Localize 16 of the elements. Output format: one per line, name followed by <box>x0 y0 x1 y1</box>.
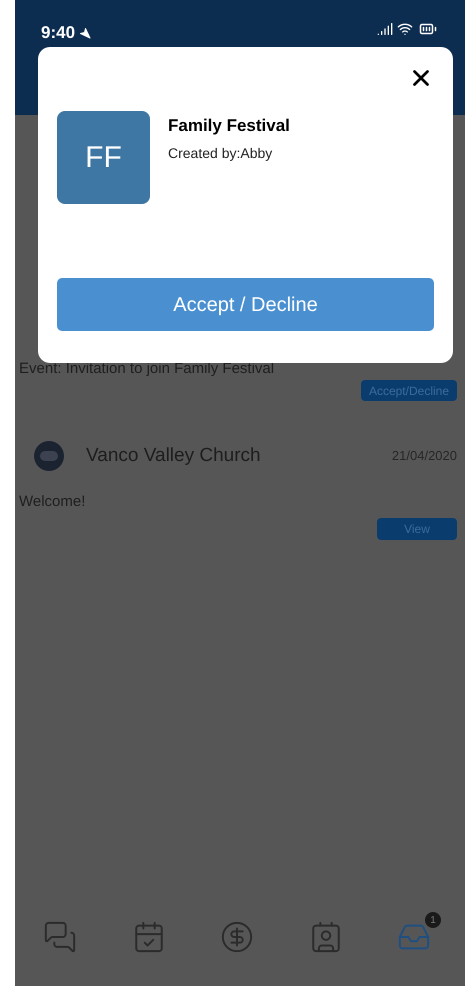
location-arrow-icon <box>79 26 92 39</box>
wifi-icon <box>397 21 413 37</box>
tab-button[interactable]: 1 <box>393 912 441 958</box>
church-logo-icon <box>34 441 64 471</box>
badge-count: 1 <box>425 912 441 928</box>
chat-bubbles-icon <box>43 920 77 954</box>
event-title: Family Festival <box>168 115 290 137</box>
accept-decline-button[interactable]: Accept / Decline <box>57 278 434 331</box>
message-text: Welcome! <box>19 492 86 512</box>
dollar-coin-icon <box>220 920 254 954</box>
message-text: Event: Invitation to join Family Festival <box>19 360 276 378</box>
event-creator: Created by:Abby <box>168 144 274 163</box>
status-time: 9:40 <box>41 22 76 44</box>
sender-name: Vanco Valley Church <box>86 444 261 468</box>
event-avatar: FF <box>57 111 150 204</box>
signal-icon <box>377 21 393 37</box>
